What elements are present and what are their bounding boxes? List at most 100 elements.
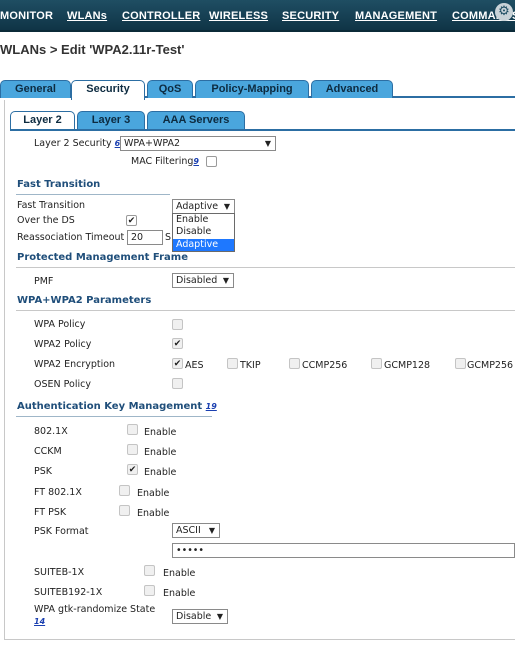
akm-ft-8021x-label: FT 802.1X: [34, 487, 82, 498]
triangle-down-icon: ▼: [216, 612, 223, 621]
fast-transition-select[interactable]: Adaptive ▼: [172, 199, 235, 214]
gtk-randomize-select[interactable]: Disable ▼: [172, 609, 228, 624]
reassoc-timeout-label: Reassociation Timeout: [17, 232, 125, 243]
dropdown-option-disable[interactable]: Disable: [173, 226, 234, 238]
nav-management-label: MANAGEMENT: [355, 10, 438, 22]
suiteb-1x-checkbox[interactable]: [144, 565, 155, 576]
akm-8021x-enable-label: Enable: [144, 427, 177, 438]
pmf-label: PMF: [34, 276, 54, 287]
gtk-randomize-value: Disable: [176, 611, 212, 622]
tab-security[interactable]: Security: [71, 80, 145, 100]
nav-wireless-label: WIRELESS: [209, 10, 269, 22]
suiteb-1x-label: SUITEB-1X: [34, 567, 85, 578]
dropdown-option-enable[interactable]: Enable: [173, 214, 234, 226]
akm-heading: Authentication Key Management 19: [17, 401, 217, 412]
nav-controller-label: CONTROLLER: [122, 10, 201, 22]
akm-psk-enable-label: Enable: [144, 467, 177, 478]
ccmp256-checkbox[interactable]: [289, 358, 300, 369]
triangle-down-icon: ▼: [222, 276, 229, 285]
mac-filtering-label: MAC Filtering9: [131, 156, 199, 167]
akm-cckm-label: CCKM: [34, 446, 62, 457]
suiteb192-1x-checkbox[interactable]: [144, 585, 155, 596]
reassoc-timeout-input[interactable]: 20: [127, 230, 163, 245]
layer2-security-text: Layer 2 Security: [34, 138, 112, 149]
akm-cckm-checkbox[interactable]: [127, 444, 138, 455]
layer2-security-label: Layer 2 Security 6: [34, 138, 120, 149]
suiteb192-1x-label: SUITEB192-1X: [34, 587, 103, 598]
akm-underline: [16, 416, 212, 417]
suiteb-1x-enable-label: Enable: [163, 568, 196, 579]
inner-tab-strip: [10, 129, 515, 131]
pmf-value: Disabled: [176, 275, 218, 286]
wpa2-policy-checkbox[interactable]: [172, 338, 183, 349]
tkip-checkbox[interactable]: [227, 358, 238, 369]
tab-layer3[interactable]: Layer 3: [77, 111, 145, 129]
gtk-randomize-label: WPA gtk-randomize State: [34, 604, 156, 615]
akm-heading-text: Authentication Key Management: [17, 401, 203, 412]
dropdown-option-adaptive[interactable]: Adaptive: [173, 239, 234, 251]
gcmp128-checkbox[interactable]: [371, 358, 382, 369]
wpa2-policy-label: WPA2 Policy: [34, 339, 92, 350]
mac-filtering-checkbox[interactable]: [206, 156, 217, 167]
nav-wlans[interactable]: WLANs: [67, 10, 107, 22]
psk-format-value: ASCII: [176, 525, 201, 536]
over-ds-checkbox[interactable]: [126, 215, 137, 226]
triangle-down-icon: ▼: [208, 526, 215, 535]
aes-checkbox[interactable]: [172, 358, 183, 369]
nav-controller[interactable]: CONTROLLER: [122, 10, 200, 22]
mac-filtering-note-link[interactable]: 9: [193, 157, 199, 166]
suiteb192-1x-enable-label: Enable: [163, 588, 196, 599]
page-title: WLANs > Edit 'WPA2.11r-Test': [0, 42, 185, 57]
tab-aaa-servers[interactable]: AAA Servers: [147, 111, 245, 129]
pmf-select[interactable]: Disabled ▼: [172, 273, 234, 288]
akm-note-link[interactable]: 19: [206, 402, 217, 411]
tab-advanced[interactable]: Advanced: [311, 80, 393, 98]
gear-icon[interactable]: ⚙: [495, 3, 513, 21]
fast-transition-label: Fast Transition: [17, 200, 86, 211]
osen-policy-label: OSEN Policy: [34, 379, 91, 390]
tab-qos[interactable]: QoS: [147, 80, 193, 98]
mac-filtering-text: MAC Filtering: [131, 156, 194, 167]
nav-monitor[interactable]: MONITOR: [0, 10, 53, 22]
nav-wireless[interactable]: WIRELESS: [209, 10, 268, 22]
aes-label: AES: [185, 360, 204, 371]
gcmp256-label: GCMP256: [467, 360, 514, 371]
tkip-label: TKIP: [240, 360, 261, 371]
fast-transition-underline: [16, 194, 170, 195]
akm-ft-psk-label: FT PSK: [34, 507, 67, 518]
osen-policy-checkbox[interactable]: [172, 378, 183, 389]
psk-format-select[interactable]: ASCII ▼: [172, 523, 220, 538]
pmf-divider: [16, 267, 515, 268]
fast-transition-heading: Fast Transition: [17, 179, 101, 190]
psk-key-input[interactable]: •••••: [172, 543, 515, 558]
akm-psk-label: PSK: [34, 466, 52, 477]
nav-management[interactable]: MANAGEMENT: [355, 10, 437, 22]
akm-ft-psk-enable-label: Enable: [137, 508, 170, 519]
akm-ft-psk-checkbox[interactable]: [119, 505, 130, 516]
reassoc-timeout-unit: S: [165, 232, 172, 243]
nav-security[interactable]: SECURITY: [282, 10, 339, 22]
pmf-heading: Protected Management Frame: [17, 252, 188, 263]
gcmp256-checkbox[interactable]: [455, 358, 466, 369]
over-ds-label: Over the DS: [17, 215, 75, 226]
fast-transition-dropdown-list: Enable Disable Adaptive: [172, 213, 235, 252]
layer2-security-value: WPA+WPA2: [124, 138, 181, 149]
ccmp256-label: CCMP256: [302, 360, 348, 371]
gtk-randomize-note: 14: [34, 616, 45, 627]
gtk-note-link[interactable]: 14: [34, 617, 45, 626]
akm-ft-8021x-checkbox[interactable]: [119, 485, 130, 496]
wpa-parameters-heading: WPA+WPA2 Parameters: [17, 295, 152, 306]
wpa-parameters-divider: [16, 310, 515, 311]
akm-cckm-enable-label: Enable: [144, 447, 177, 458]
fast-transition-value: Adaptive: [176, 201, 219, 212]
tab-policy-mapping[interactable]: Policy-Mapping: [195, 80, 309, 98]
top-navigation-bar: MONITOR WLANs CONTROLLER WIRELESS SECURI…: [0, 0, 515, 32]
tab-general[interactable]: General: [0, 80, 71, 98]
akm-8021x-label: 802.1X: [34, 426, 68, 437]
wpa2-encryption-label: WPA2 Encryption: [34, 359, 116, 370]
akm-8021x-checkbox[interactable]: [127, 424, 138, 435]
tab-layer2[interactable]: Layer 2: [10, 111, 75, 131]
wpa-policy-checkbox[interactable]: [172, 319, 183, 330]
layer2-security-select[interactable]: WPA+WPA2 ▼: [120, 136, 276, 151]
akm-psk-checkbox[interactable]: [127, 464, 138, 475]
